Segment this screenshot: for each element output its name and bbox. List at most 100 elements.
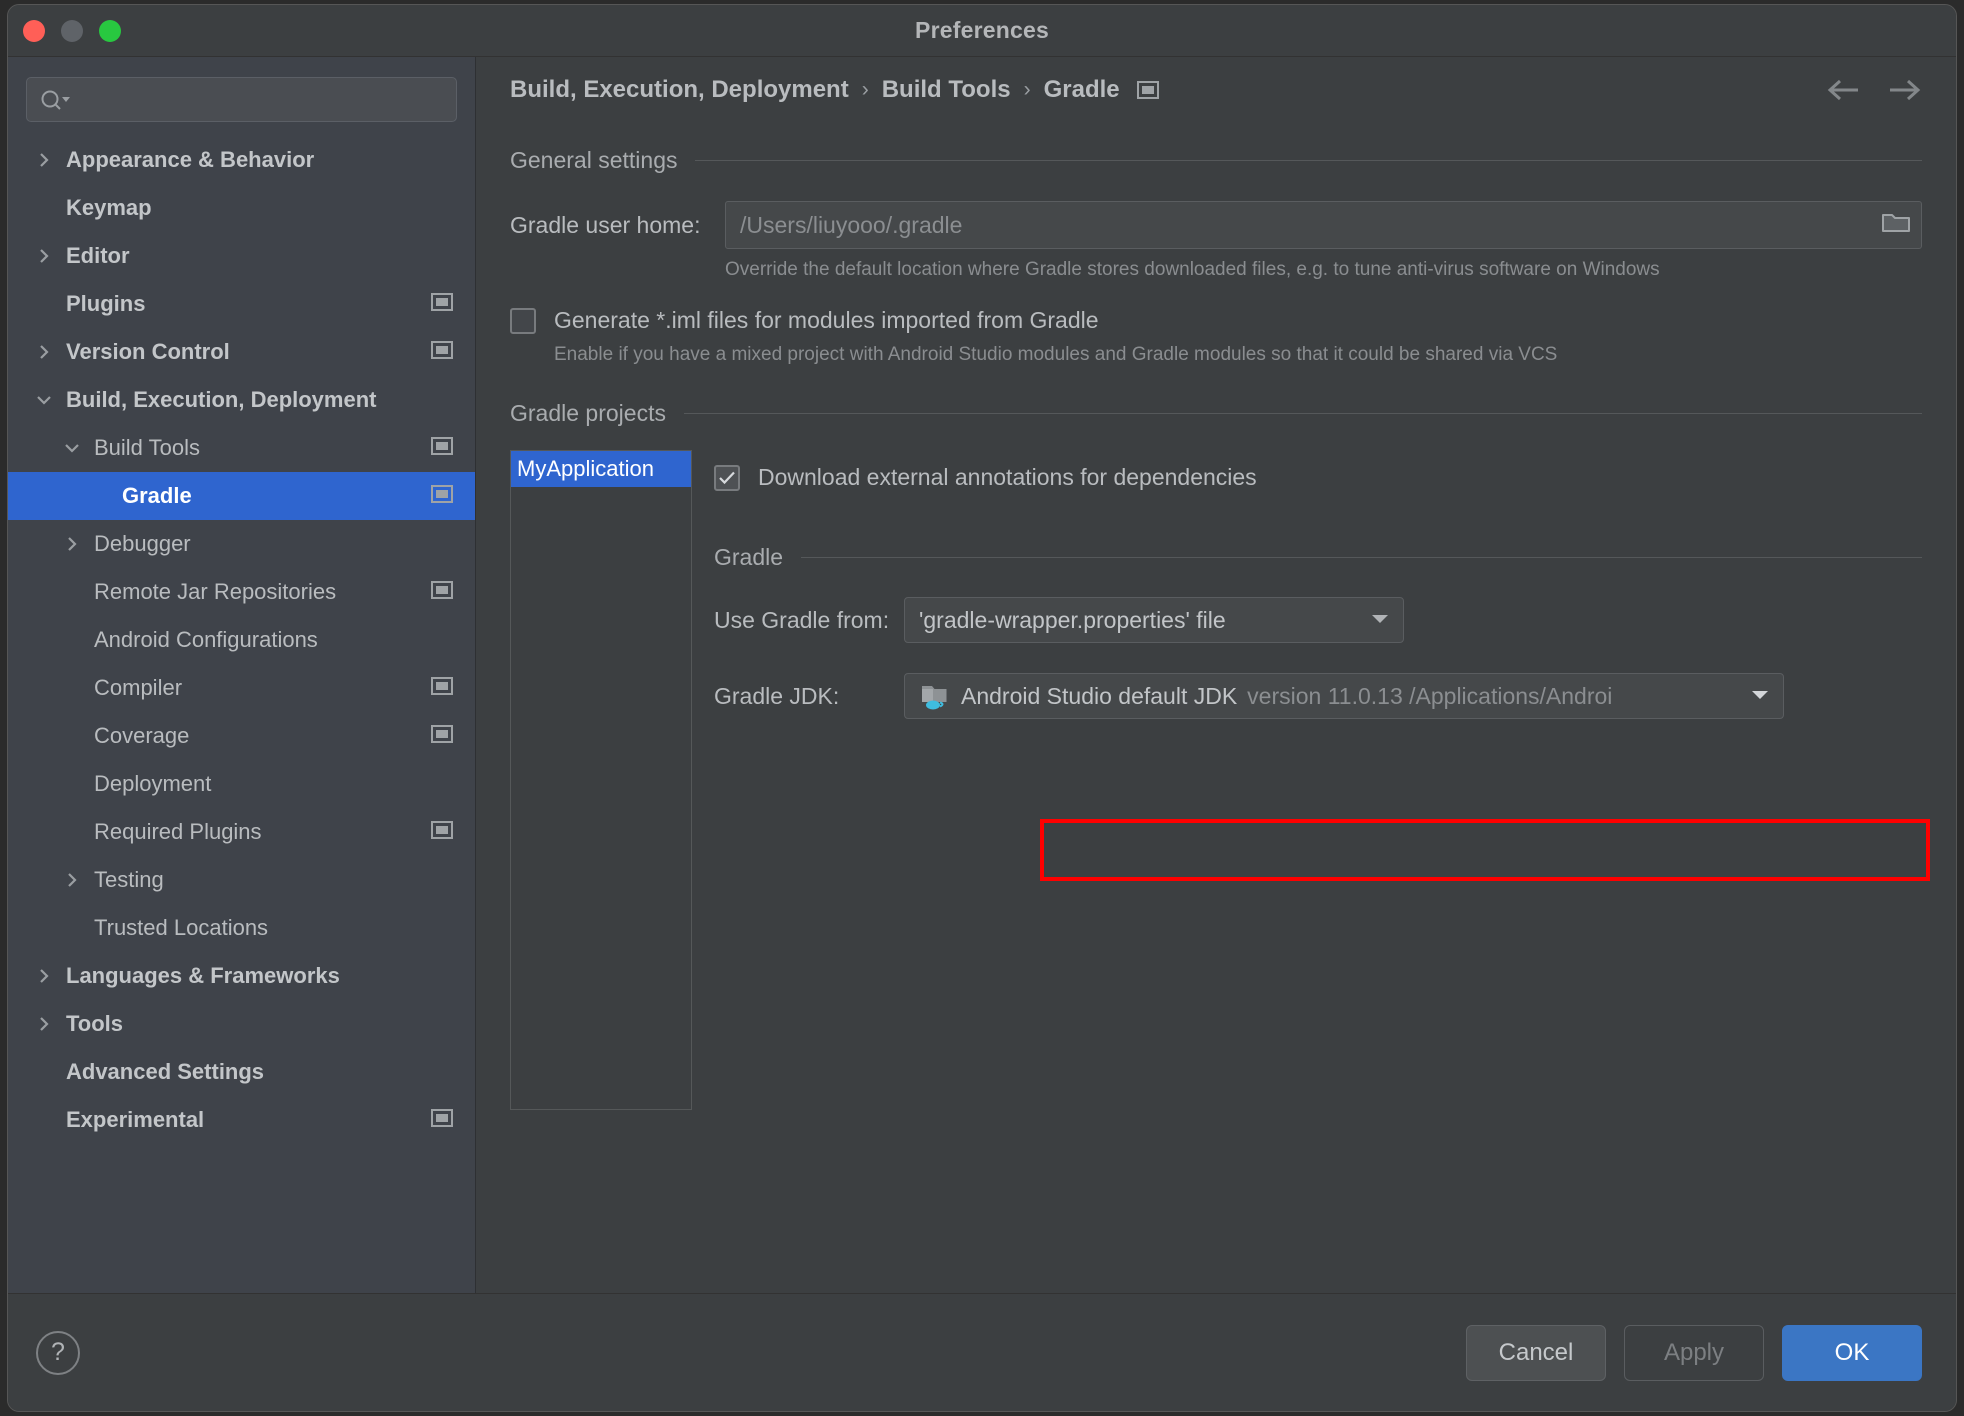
sidebar-item-keymap[interactable]: Keymap [8,184,475,232]
project-scope-icon [431,339,453,365]
sidebar-item-required-plugins[interactable]: Required Plugins [8,808,475,856]
chevron-right-icon[interactable] [58,535,86,553]
chevron-down-icon [1749,687,1771,706]
use-gradle-from-dropdown[interactable]: 'gradle-wrapper.properties' file [904,597,1404,643]
arrow-right-icon[interactable] [1884,73,1924,107]
gradle-jdk-dropdown[interactable]: Android Studio default JDK version 11.0.… [904,673,1784,719]
gradle-project-list[interactable]: MyApplication [510,450,692,1110]
window-body: Appearance & Behavior Keymap Editor Plugins… [8,57,1956,1293]
list-item[interactable]: MyApplication [511,451,691,487]
sidebar-item-editor[interactable]: Editor [8,232,475,280]
project-scope-icon [431,483,453,509]
sidebar-item-build-execution-deployment[interactable]: Build, Execution, Deployment [8,376,475,424]
sidebar-item-version-control[interactable]: Version Control [8,328,475,376]
gradle-subsection-header: Gradle [714,537,1922,577]
sidebar-item-label: Remote Jar Repositories [94,579,431,605]
generate-iml-hint: Enable if you have a mixed project with … [554,344,1922,366]
breadcrumb-item-build-tools[interactable]: Build Tools [882,76,1011,104]
gradle-projects-split: MyApplication Download external annotati… [510,450,1922,1110]
breadcrumb-item-build-execution-deployment[interactable]: Build, Execution, Deployment [510,76,849,104]
generate-iml-row[interactable]: Generate *.iml files for modules importe… [510,307,1922,334]
sidebar-item-plugins[interactable]: Plugins [8,280,475,328]
gradle-projects-section-header: Gradle projects [510,392,1922,434]
gradle-user-home-value: /Users/liuyooo/.gradle [740,212,1879,239]
generate-iml-label: Generate *.iml files for modules importe… [554,307,1099,334]
search-input[interactable] [26,77,457,122]
sidebar-item-gradle[interactable]: Gradle [8,472,475,520]
cancel-button[interactable]: Cancel [1466,1325,1606,1381]
arrow-left-icon[interactable] [1824,73,1864,107]
sidebar-item-appearance-behavior[interactable]: Appearance & Behavior [8,136,475,184]
project-scope-icon [1137,81,1159,99]
sidebar-item-label: Languages & Frameworks [66,963,453,989]
sidebar-item-deployment[interactable]: Deployment [8,760,475,808]
sidebar-item-trusted-locations[interactable]: Trusted Locations [8,904,475,952]
use-gradle-from-value: 'gradle-wrapper.properties' file [919,607,1226,634]
chevron-right-icon[interactable] [30,247,58,265]
sidebar-item-build-tools[interactable]: Build Tools [8,424,475,472]
project-scope-icon [431,579,453,605]
gradle-user-home-input[interactable]: /Users/liuyooo/.gradle [725,201,1922,249]
settings-sidebar: Appearance & Behavior Keymap Editor Plugins… [8,57,476,1293]
use-gradle-from-row: Use Gradle from: 'gradle-wrapper.propert… [714,597,1922,643]
chevron-right-icon[interactable] [30,151,58,169]
sidebar-item-remote-jar-repositories[interactable]: Remote Jar Repositories [8,568,475,616]
sidebar-item-label: Editor [66,243,453,269]
sidebar-item-label: Plugins [66,291,431,317]
sidebar-item-label: Required Plugins [94,819,431,845]
project-scope-icon [431,435,453,461]
gradle-jdk-row: Gradle JDK: A [714,673,1922,719]
folder-open-icon[interactable] [1879,209,1913,242]
navigation-buttons [1824,73,1924,107]
settings-main-panel: Build, Execution, Deployment › Build Too… [476,57,1956,1293]
chevron-down-icon[interactable] [30,391,58,409]
sidebar-item-testing[interactable]: Testing [8,856,475,904]
breadcrumb: Build, Execution, Deployment › Build Too… [476,57,1956,123]
download-annotations-row[interactable]: Download external annotations for depend… [714,464,1922,491]
sidebar-item-label: Trusted Locations [94,915,453,941]
generate-iml-checkbox[interactable] [510,308,536,334]
sidebar-item-tools[interactable]: Tools [8,1000,475,1048]
chevron-down-icon [1369,611,1391,630]
chevron-right-icon[interactable] [30,343,58,361]
sidebar-item-label: Tools [66,1011,453,1037]
sidebar-item-coverage[interactable]: Coverage [8,712,475,760]
sidebar-item-languages-frameworks[interactable]: Languages & Frameworks [8,952,475,1000]
search-icon [39,88,73,112]
download-annotations-checkbox[interactable] [714,465,740,491]
download-annotations-label: Download external annotations for depend… [758,464,1257,491]
chevron-down-icon[interactable] [58,439,86,457]
project-scope-icon [431,819,453,845]
sidebar-item-label: Coverage [94,723,431,749]
sidebar-item-label: Compiler [94,675,431,701]
gradle-subsection-title: Gradle [714,544,783,571]
gradle-user-home-label: Gradle user home: [510,212,725,239]
sidebar-item-label: Gradle [122,483,431,509]
breadcrumb-item-gradle[interactable]: Gradle [1044,76,1120,104]
sidebar-item-debugger[interactable]: Debugger [8,520,475,568]
chevron-right-icon[interactable] [30,1015,58,1033]
sidebar-item-android-configurations[interactable]: Android Configurations [8,616,475,664]
sidebar-item-label: Appearance & Behavior [66,147,453,173]
sidebar-item-label: Keymap [66,195,453,221]
use-gradle-from-label: Use Gradle from: [714,607,904,634]
ok-button[interactable]: OK [1782,1325,1922,1381]
sidebar-item-label: Experimental [66,1107,431,1133]
section-divider [801,557,1922,558]
sidebar-item-compiler[interactable]: Compiler [8,664,475,712]
sidebar-item-label: Android Configurations [94,627,453,653]
apply-button[interactable]: Apply [1624,1325,1764,1381]
chevron-right-icon[interactable] [58,871,86,889]
gradle-jdk-value: Android Studio default JDK [961,683,1237,710]
sidebar-item-advanced-settings[interactable]: Advanced Settings [8,1048,475,1096]
sidebar-item-label: Build Tools [94,435,431,461]
sidebar-item-label: Version Control [66,339,431,365]
help-icon[interactable]: ? [36,1331,80,1375]
sidebar-search-area [8,57,475,122]
window-title-bar: Preferences [8,5,1956,57]
gradle-user-home-row: Gradle user home: /Users/liuyooo/.gradle [510,201,1922,249]
help-label: ? [51,1338,65,1367]
project-scope-icon [431,291,453,317]
chevron-right-icon[interactable] [30,967,58,985]
sidebar-item-experimental[interactable]: Experimental [8,1096,475,1144]
